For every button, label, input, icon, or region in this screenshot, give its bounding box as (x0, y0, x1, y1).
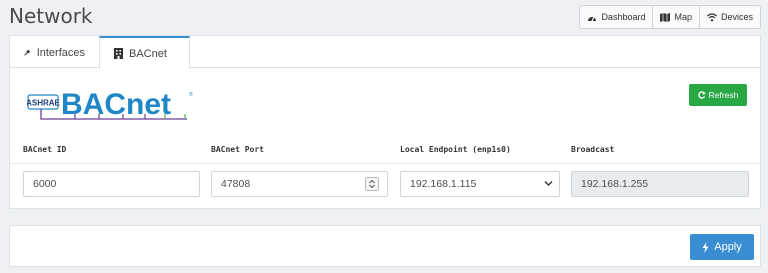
wifi-icon (707, 12, 717, 21)
apply-label: Apply (714, 241, 742, 253)
map-label: Map (674, 12, 692, 22)
tab-interfaces[interactable]: Interfaces (10, 36, 99, 69)
bacnet-port-value: 47808 (221, 178, 251, 190)
refresh-button[interactable]: Refresh (689, 84, 747, 106)
dashboard-icon (588, 16, 597, 21)
port-stepper[interactable] (365, 177, 379, 191)
apply-card: Apply (9, 225, 761, 267)
registered-mark: ® (189, 91, 193, 98)
ashrae-text: ASHRAE (27, 99, 61, 108)
bacnet-logo: ASHRAE BACnet ® (27, 88, 193, 121)
apply-button[interactable]: Apply (690, 234, 754, 260)
tab-interfaces-label: Interfaces (36, 46, 85, 59)
devices-button[interactable]: Devices (698, 6, 760, 28)
bacnet-port-input[interactable]: 47808 (211, 171, 388, 197)
devices-label: Devices (720, 12, 753, 22)
bacnet-id-header: BACnet ID (23, 145, 67, 154)
map-button[interactable]: Map (652, 6, 699, 28)
header-divider (10, 163, 760, 164)
broadcast-header: Broadcast (571, 145, 615, 154)
bolt-icon (702, 241, 709, 253)
broadcast-field: 192.168.1.255 (571, 171, 749, 197)
page-title: Network (9, 4, 93, 28)
stepper-icon (369, 179, 375, 189)
top-nav: Dashboard Map Devices (579, 5, 761, 29)
refresh-icon (697, 91, 706, 99)
bacnet-port-header: BACnet Port (211, 145, 264, 154)
chevron-down-icon (544, 181, 553, 186)
broadcast-value: 192.168.1.255 (581, 178, 649, 190)
map-icon (660, 12, 671, 22)
tab-bacnet[interactable]: BACnet (99, 36, 190, 69)
bacnet-wordmark: BACnet (61, 88, 171, 121)
bacnet-id-input[interactable]: 6000 (23, 171, 200, 197)
bacnet-settings-card: Interfaces BACnet ASHRAE BACnet ® Refres… (9, 35, 761, 209)
building-icon (114, 48, 123, 59)
tab-bacnet-label: BACnet (129, 47, 167, 60)
plug-icon (24, 49, 31, 56)
bacnet-id-value: 6000 (33, 178, 57, 190)
tab-bar: Interfaces BACnet (10, 36, 760, 69)
local-endpoint-value: 192.168.1.115 (410, 178, 477, 190)
dashboard-button[interactable]: Dashboard (580, 6, 652, 28)
local-endpoint-select[interactable]: 192.168.1.115 (400, 171, 560, 197)
refresh-label: Refresh (708, 90, 739, 100)
local-endpoint-header: Local Endpoint (enp1s0) (400, 145, 511, 154)
dashboard-label: Dashboard (601, 12, 646, 22)
